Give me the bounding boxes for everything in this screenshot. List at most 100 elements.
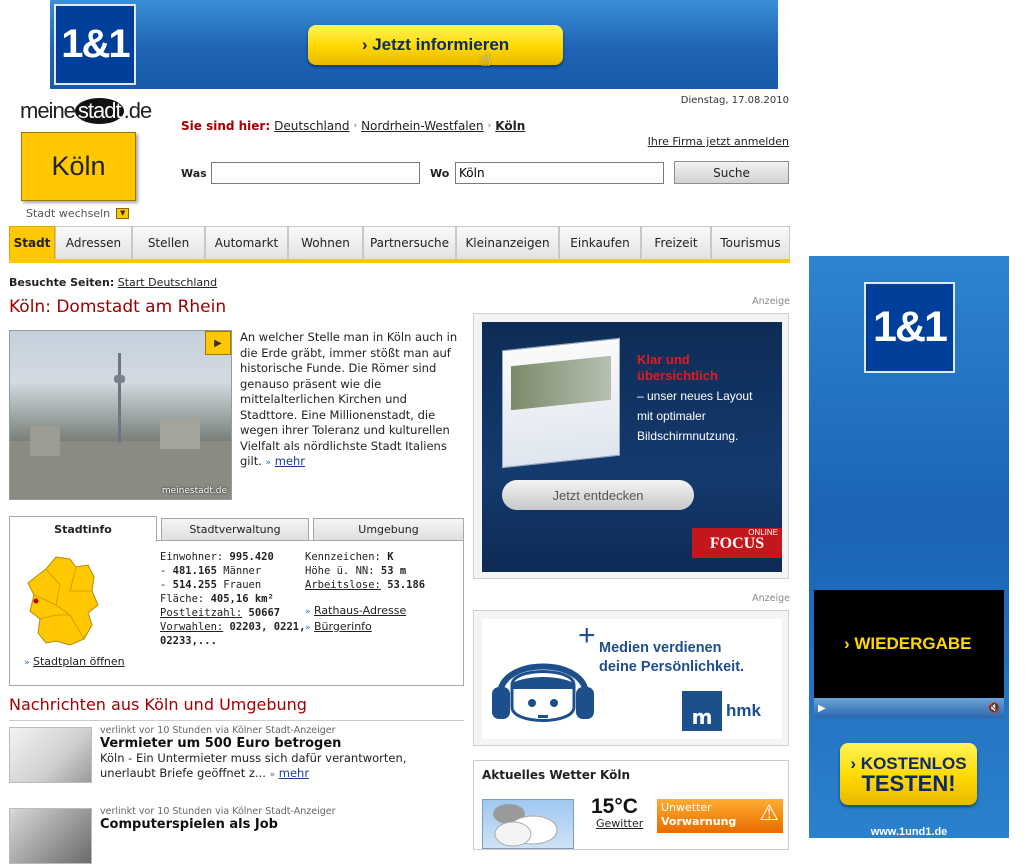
tab-stadtinfo[interactable]: Stadtinfo (9, 516, 157, 542)
unemployed-link[interactable]: Arbeitslose: (305, 579, 381, 591)
city-intro-text: An welcher Stelle man in Köln auch in di… (240, 330, 458, 468)
banner-cta-button[interactable]: › Jetzt informieren (308, 25, 563, 65)
nav-tab-automarkt[interactable]: Automarkt (205, 226, 288, 259)
dialcodes-link[interactable]: Vorwahlen: (160, 621, 223, 633)
nav-tab-stadt[interactable]: Stadt (9, 226, 55, 259)
ad-label: Anzeige (752, 593, 790, 604)
focus-discover-button[interactable]: Jetzt entdecken (502, 480, 694, 510)
focus-ad[interactable]: Klar und übersichtlich – unser neues Lay… (473, 313, 789, 579)
city-info-panel: Einwohner: 995.420 - 481.165 Männer - 51… (9, 540, 464, 686)
photo-watermark: meinestadt.de (161, 486, 227, 496)
search-form: Was Wo (181, 162, 664, 184)
news-meta: verlinkt vor 10 Stunden via Kölner Stadt… (100, 725, 336, 736)
intro-more-link[interactable]: mehr (275, 454, 305, 468)
visited-pages: Besuchte Seiten: Start Deutschland (9, 276, 217, 289)
mute-icon[interactable]: 🔇 (988, 703, 1000, 714)
germany-map-icon[interactable] (26, 555, 104, 647)
city-photo[interactable]: ▶ meinestadt.de (9, 330, 232, 500)
info-tabs: Stadtinfo Stadtverwaltung Umgebung (9, 516, 464, 542)
citizen-info-link[interactable]: Bürgerinfo (314, 620, 372, 633)
brand-logo-1und1: 1&1 (864, 282, 955, 373)
news-item: verlinkt vor 10 Stunden via Kölner Stadt… (100, 725, 465, 783)
weather-warning[interactable]: Unwetter Vorwarnung ⚠ (657, 799, 783, 833)
logo-part-2: stadt (74, 98, 124, 124)
logo-part-3: .de (123, 98, 153, 123)
news-thumbnail[interactable] (9, 808, 92, 864)
test-free-button[interactable]: › KOSTENLOS TESTEN! (840, 743, 977, 805)
play-icon[interactable]: ▶ (818, 703, 826, 714)
hand-cursor-icon: ☝ (480, 50, 491, 71)
nav-tab-partnersuche[interactable]: Partnersuche (363, 226, 456, 259)
double-chevron-icon: » (265, 458, 272, 468)
skyscraper-ad[interactable]: 1&1 › WIEDERGABE ▶ 🔇 › KOSTENLOS TESTEN!… (809, 256, 1009, 838)
breadcrumb-item-deutschland[interactable]: Deutschland (274, 119, 349, 133)
change-city-label: Stadt wechseln (26, 207, 111, 220)
logo-part-1: meine (20, 98, 76, 123)
wo-search-input[interactable] (455, 162, 664, 184)
breadcrumb-item-koeln[interactable]: Köln (495, 119, 525, 133)
ad-label: Anzeige (752, 296, 790, 307)
news-thumbnail[interactable] (9, 727, 92, 783)
top-banner-ad[interactable]: 1&1 › Jetzt informieren ☝ (50, 0, 778, 89)
hmk-logo: m hmk (682, 689, 780, 733)
tab-umgebung[interactable]: Umgebung (313, 518, 464, 541)
visited-label: Besuchte Seiten: (9, 276, 115, 289)
news-headline[interactable]: Vermieter um 500 Euro betrogen (100, 736, 465, 751)
hmk-ad[interactable]: + Medien verdienen deine Persönlichkeit.… (473, 610, 789, 746)
news-teaser-text: Köln - Ein Untermieter muss sich dafür v… (100, 751, 407, 780)
was-label: Was (181, 166, 207, 180)
breadcrumb: Sie sind hier: Deutschland › Nordrhein-W… (181, 119, 525, 133)
focus-online-logo: ONLINE FOCUS (692, 528, 782, 558)
next-arrow-icon[interactable]: ▶ (205, 331, 231, 355)
news-more-link[interactable]: mehr (279, 766, 309, 780)
wo-label: Wo (430, 166, 450, 180)
city-intro: An welcher Stelle man in Köln auch in di… (240, 330, 468, 472)
nav-tab-freizeit[interactable]: Freizeit (641, 226, 711, 259)
focus-ad-headline: Klar und übersichtlich (637, 352, 718, 383)
register-company-link-text[interactable]: Ihre Firma jetzt anmelden (648, 135, 789, 148)
page-title: Köln: Domstadt am Rhein (9, 297, 227, 317)
breadcrumb-label: Sie sind hier: (181, 119, 271, 133)
nav-tab-einkaufen[interactable]: Einkaufen (559, 226, 641, 259)
nav-tab-wohnen[interactable]: Wohnen (288, 226, 363, 259)
double-chevron-icon: » (305, 623, 311, 633)
hmk-ad-text: Medien verdienen deine Persönlichkeit. (599, 640, 745, 675)
site-logo[interactable]: meine stadt .de (20, 98, 153, 124)
news-meta: verlinkt vor 10 Stunden via Kölner Stadt… (100, 806, 336, 817)
zip-link[interactable]: Postleitzahl: (160, 607, 242, 619)
weather-title: Aktuelles Wetter Köln (482, 768, 631, 782)
town-hall-link[interactable]: Rathaus-Adresse (314, 604, 406, 617)
weather-temperature: 15°C (591, 795, 638, 818)
change-city-control[interactable]: Stadt wechseln ▼ (26, 207, 130, 220)
chevron-down-icon[interactable]: ▼ (116, 208, 130, 219)
focus-ad-text: – unser neues Layout mit optimaler Bilds… (637, 389, 753, 443)
video-controls: ▶ 🔇 (814, 698, 1004, 718)
main-nav: Stadt Adressen Stellen Automarkt Wohnen … (9, 226, 790, 263)
city-map-link[interactable]: Stadtplan öffnen (33, 655, 125, 668)
breadcrumb-item-nrw[interactable]: Nordrhein-Westfalen (361, 119, 484, 133)
weather-condition-link[interactable]: Gewitter (596, 817, 643, 830)
nav-tab-tourismus[interactable]: Tourismus (711, 226, 790, 259)
browser-screenshot-image (502, 337, 620, 469)
nav-tab-adressen[interactable]: Adressen (55, 226, 132, 259)
visited-link-start[interactable]: Start Deutschland (118, 276, 217, 289)
was-search-input[interactable] (211, 162, 420, 184)
ad-url: www.1und1.de (870, 826, 948, 838)
news-teaser: Köln - Ein Untermieter muss sich dafür v… (100, 751, 465, 783)
chevron-right-icon: › (353, 121, 358, 131)
tab-stadtverwaltung[interactable]: Stadtverwaltung (161, 518, 309, 541)
search-button[interactable]: Suche (674, 161, 789, 184)
double-chevron-icon: » (24, 658, 30, 668)
current-date: Dienstag, 17.08.2010 (680, 95, 789, 106)
video-play-label[interactable]: › WIEDERGABE (844, 634, 972, 654)
nav-tab-stellen[interactable]: Stellen (132, 226, 205, 259)
register-company-link[interactable]: Ihre Firma jetzt anmelden (560, 135, 789, 148)
news-item: verlinkt vor 10 Stunden via Kölner Stadt… (100, 806, 465, 832)
double-chevron-icon: » (269, 770, 276, 780)
news-headline[interactable]: Computerspielen als Job (100, 817, 465, 832)
news-section-title: Nachrichten aus Köln und Umgebung (9, 695, 464, 721)
nav-tab-kleinanzeigen[interactable]: Kleinanzeigen (456, 226, 559, 259)
warning-triangle-icon: ⚠ (759, 801, 779, 826)
plus-icon: + (578, 619, 596, 652)
ad-video-player[interactable]: › WIEDERGABE ▶ 🔇 (814, 590, 1004, 718)
